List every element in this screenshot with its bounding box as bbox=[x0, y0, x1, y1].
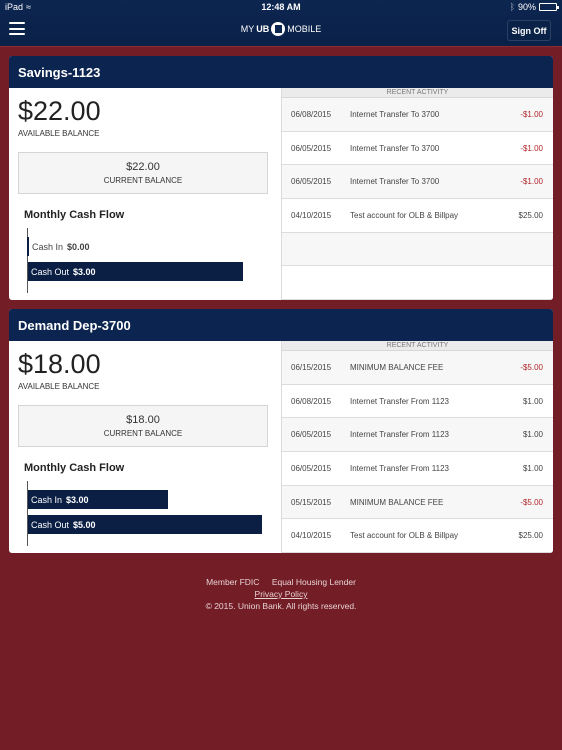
transaction-list: 06/15/2015 MINIMUM BALANCE FEE -$5.00 06/08… bbox=[282, 351, 553, 553]
current-balance-amount: $18.00 bbox=[126, 414, 160, 426]
transaction-list: 06/08/2015 Internet Transfer To 3700 -$1.0… bbox=[282, 98, 553, 300]
available-balance-label: AVAILABLE BALANCE bbox=[18, 129, 100, 138]
current-balance-amount: $22.00 bbox=[126, 161, 160, 173]
transaction-row[interactable]: 06/05/2015 Internet Transfer From 1123 $1.… bbox=[282, 418, 553, 453]
recent-activity-pane: RECENT ACTIVITY 06/15/2015 MINIMUM BALANC… bbox=[281, 341, 553, 553]
transaction-description: Internet Transfer From 1123 bbox=[350, 396, 450, 406]
footer-disclosures: Member FDIC Equal Housing Lender bbox=[0, 576, 562, 588]
transaction-amount: -$5.00 bbox=[520, 362, 543, 372]
header-divider bbox=[0, 46, 562, 47]
transaction-row[interactable]: 04/10/2015 Test account for OLB & Billpay… bbox=[282, 519, 553, 553]
battery-icon bbox=[539, 3, 559, 11]
cash-in-label: Cash In bbox=[31, 494, 63, 505]
transaction-row[interactable]: 06/08/2015 Internet Transfer From 1123 $1.… bbox=[282, 384, 553, 419]
cash-flow-title: Monthly Cash Flow bbox=[24, 462, 125, 474]
cash-in-bar: Cash In $3.00 bbox=[28, 490, 168, 509]
transaction-description: Test account for OLB & Billpay bbox=[350, 210, 459, 220]
account-title[interactable]: Demand Dep-3700 bbox=[9, 309, 553, 341]
transaction-row[interactable]: 04/10/2015 Test account for OLB & Billpay… bbox=[282, 199, 553, 233]
transaction-date: 06/08/2015 bbox=[291, 109, 332, 119]
cash-in-bar: Cash In $0.00 bbox=[27, 237, 147, 256]
app-logo: MY UB MOBILE bbox=[0, 22, 562, 36]
transaction-date: 06/15/2015 bbox=[291, 362, 332, 372]
transaction-row[interactable]: 06/05/2015 Internet Transfer To 3700 -$1.0… bbox=[282, 131, 553, 166]
transaction-description: Internet Transfer To 3700 bbox=[350, 109, 440, 119]
available-balance-label: AVAILABLE BALANCE bbox=[18, 382, 100, 391]
bank-emblem-icon bbox=[271, 22, 286, 36]
privacy-policy-link[interactable]: Privacy Policy bbox=[255, 589, 308, 599]
cash-out-label: Cash Out bbox=[31, 519, 70, 530]
transaction-amount: $25.00 bbox=[518, 531, 543, 541]
cash-out-value: $3.00 bbox=[73, 266, 96, 277]
recent-activity-header: RECENT ACTIVITY bbox=[282, 88, 553, 98]
transaction-description: Internet Transfer From 1123 bbox=[350, 463, 450, 473]
status-time: 12:48 AM bbox=[261, 2, 301, 12]
transaction-row[interactable]: 06/05/2015 Internet Transfer From 1123 $1.… bbox=[282, 452, 553, 486]
transaction-date: 06/08/2015 bbox=[291, 396, 332, 406]
available-balance-amount: $22.00 bbox=[18, 96, 101, 126]
transaction-row[interactable]: 06/08/2015 Internet Transfer To 3700 -$1.0… bbox=[282, 98, 553, 132]
transaction-row[interactable]: 06/05/2015 Internet Transfer To 3700 -$1.0… bbox=[282, 165, 553, 200]
battery-percent: 90% bbox=[517, 2, 536, 12]
transaction-amount: $1.00 bbox=[522, 430, 543, 440]
top-navigation-bar: iPad ≈ 12:48 AM ᛒ 90% MY UB MOBILE Sign O… bbox=[0, 0, 562, 46]
member-fdic: Member FDIC bbox=[206, 577, 260, 587]
transaction-amount: -$1.00 bbox=[520, 177, 543, 187]
cash-out-bar: Cash Out $5.00 bbox=[28, 515, 262, 534]
recent-activity-header: RECENT ACTIVITY bbox=[282, 341, 553, 351]
cash-in-label: Cash In bbox=[32, 241, 64, 252]
transaction-description: Internet Transfer From 1123 bbox=[350, 430, 450, 440]
cash-out-value: $5.00 bbox=[73, 519, 96, 530]
cash-in-value: $0.00 bbox=[67, 241, 90, 252]
balance-pane: $18.00 AVAILABLE BALANCE $18.00 CURRENT … bbox=[9, 341, 281, 553]
transaction-date: 04/10/2015 bbox=[291, 210, 332, 220]
transaction-row[interactable] bbox=[282, 232, 553, 267]
account-title[interactable]: Savings-1123 bbox=[9, 56, 553, 88]
transaction-row[interactable]: 06/15/2015 MINIMUM BALANCE FEE -$5.00 bbox=[282, 351, 553, 385]
transaction-row[interactable] bbox=[282, 266, 553, 300]
transaction-description: MINIMUM BALANCE FEE bbox=[350, 362, 444, 372]
copyright: © 2015. Union Bank. All rights reserved. bbox=[205, 601, 357, 611]
transaction-amount: $25.00 bbox=[518, 210, 543, 220]
logo-suffix: MOBILE bbox=[287, 24, 322, 34]
equal-housing-lender: Equal Housing Lender bbox=[271, 577, 356, 587]
transaction-date: 06/05/2015 bbox=[291, 143, 332, 153]
logo-bold: UB bbox=[256, 24, 270, 34]
transaction-description: MINIMUM BALANCE FEE bbox=[350, 497, 444, 507]
transaction-amount: $1.00 bbox=[522, 396, 543, 406]
transaction-amount: -$5.00 bbox=[520, 497, 543, 507]
footer: Member FDIC Equal Housing Lender Privacy… bbox=[0, 576, 562, 612]
transaction-row[interactable]: 05/15/2015 MINIMUM BALANCE FEE -$5.00 bbox=[282, 485, 553, 520]
transaction-description: Internet Transfer To 3700 bbox=[350, 143, 440, 153]
bluetooth-icon: ᛒ bbox=[509, 2, 515, 12]
transaction-date: 05/15/2015 bbox=[291, 497, 332, 507]
transaction-date: 06/05/2015 bbox=[291, 430, 332, 440]
transaction-amount: -$1.00 bbox=[520, 109, 543, 119]
transaction-amount: $1.00 bbox=[522, 463, 543, 473]
available-balance-amount: $18.00 bbox=[18, 349, 101, 379]
logo-prefix: MY bbox=[240, 24, 255, 34]
transaction-description: Internet Transfer To 3700 bbox=[350, 177, 440, 187]
current-balance-box: $22.00 CURRENT BALANCE bbox=[18, 152, 268, 194]
transaction-date: 04/10/2015 bbox=[291, 531, 332, 541]
balance-pane: $22.00 AVAILABLE BALANCE $22.00 CURRENT … bbox=[9, 88, 281, 300]
account-card-savings[interactable]: Savings-1123 $22.00 AVAILABLE BALANCE $2… bbox=[9, 56, 553, 300]
current-balance-box: $18.00 CURRENT BALANCE bbox=[18, 405, 268, 447]
transaction-date: 06/05/2015 bbox=[291, 177, 332, 187]
status-right: ᛒ 90% bbox=[509, 2, 559, 12]
cash-out-label: Cash Out bbox=[31, 266, 70, 277]
cash-out-bar: Cash Out $3.00 bbox=[28, 262, 243, 281]
current-balance-label: CURRENT BALANCE bbox=[103, 176, 183, 185]
transaction-date: 06/05/2015 bbox=[291, 463, 332, 473]
cash-in-value: $3.00 bbox=[66, 494, 89, 505]
sign-off-button[interactable]: Sign Off bbox=[507, 20, 551, 41]
cash-flow-title: Monthly Cash Flow bbox=[24, 209, 125, 221]
account-card-demand-deposit[interactable]: Demand Dep-3700 $18.00 AVAILABLE BALANCE… bbox=[9, 309, 553, 553]
transaction-amount: -$1.00 bbox=[520, 143, 543, 153]
current-balance-label: CURRENT BALANCE bbox=[103, 429, 183, 438]
recent-activity-pane: RECENT ACTIVITY 06/08/2015 Internet Trans… bbox=[281, 88, 553, 300]
transaction-description: Test account for OLB & Billpay bbox=[350, 531, 459, 541]
status-bar: iPad ≈ 12:48 AM ᛒ 90% bbox=[0, 0, 562, 15]
